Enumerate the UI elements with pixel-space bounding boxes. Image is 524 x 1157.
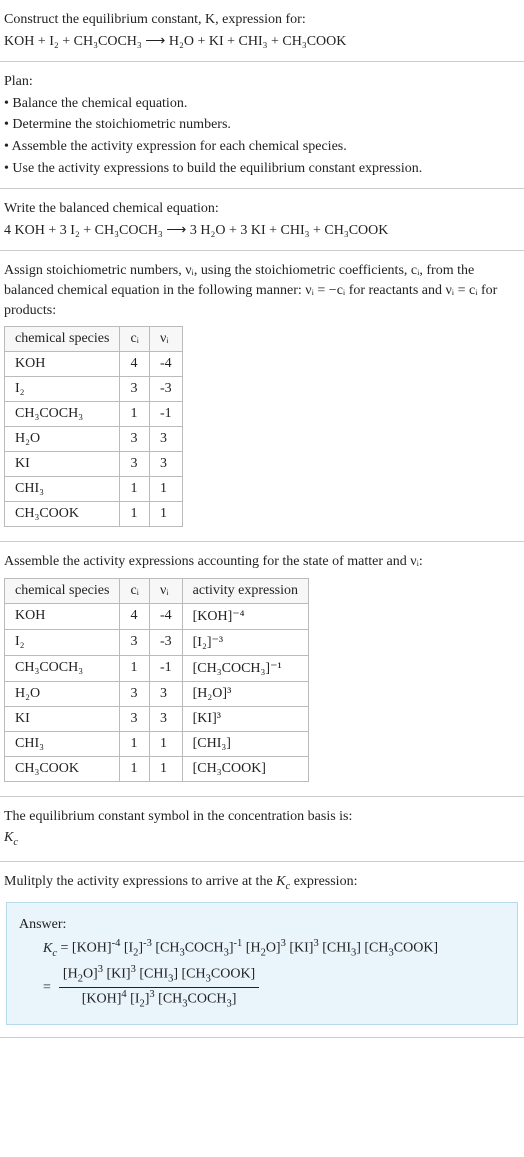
table-row: I₂3-3 bbox=[5, 377, 183, 402]
answer-box: Answer: Kc = [KOH]-4 [I2]-3 [CH3COCH3]-1… bbox=[6, 902, 518, 1025]
plan-item-3: • Use the activity expressions to build … bbox=[4, 159, 520, 179]
intro-equation: KOH + I₂ + CH₃COCH₃ ⟶ H₂O + KI + CHI₃ + … bbox=[4, 32, 520, 52]
stoich-text: Assign stoichiometric numbers, νᵢ, using… bbox=[4, 261, 520, 320]
balanced-equation: 4 KOH + 3 I₂ + CH₃COCH₃ ⟶ 3 H₂O + 3 KI +… bbox=[4, 221, 520, 241]
balanced-section: Write the balanced chemical equation: 4 … bbox=[0, 189, 524, 251]
answer-fraction-line: = [H2O]3 [KI]3 [CHI3] [CH3COOK] [KOH]4 [… bbox=[19, 963, 505, 1012]
activity-text: Assemble the activity expressions accoun… bbox=[4, 552, 520, 572]
plan-item-2: • Assemble the activity expression for e… bbox=[4, 137, 520, 157]
answer-fraction-den: [KOH]4 [I2]3 [CH3COCH3] bbox=[59, 988, 259, 1012]
th-activity: activity expression bbox=[182, 578, 308, 603]
table-row: CH₃COCH₃1-1 bbox=[5, 402, 183, 427]
answer-fraction: [H2O]3 [KI]3 [CHI3] [CH3COOK] [KOH]4 [I2… bbox=[59, 963, 259, 1012]
th-ci: cᵢ bbox=[120, 578, 150, 603]
table-row: KI33[KI]³ bbox=[5, 706, 309, 731]
table-row: CH₃COOK11[CH₃COOK] bbox=[5, 756, 309, 781]
table-row: KI33 bbox=[5, 452, 183, 477]
symbol-line-1: The equilibrium constant symbol in the c… bbox=[4, 807, 520, 827]
table-header-row: chemical species cᵢ νᵢ activity expressi… bbox=[5, 578, 309, 603]
answer-label: Answer: bbox=[19, 915, 505, 935]
th-species: chemical species bbox=[5, 578, 120, 603]
multiply-text: Mulitply the activity expressions to arr… bbox=[4, 872, 520, 894]
table-header-row: chemical species cᵢ νᵢ bbox=[5, 327, 183, 352]
symbol-kc: Kc bbox=[4, 828, 520, 850]
intro-line-1: Construct the equilibrium constant, K, e… bbox=[4, 10, 520, 30]
answer-kc-line: Kc = [KOH]-4 [I2]-3 [CH3COCH3]-1 [H2O]3 … bbox=[19, 937, 505, 961]
table-row: CHI₃11 bbox=[5, 477, 183, 502]
plan-section: Plan: • Balance the chemical equation. •… bbox=[0, 62, 524, 189]
table-row: CH₃COOK11 bbox=[5, 502, 183, 527]
th-nui: νᵢ bbox=[149, 327, 182, 352]
table-row: KOH4-4[KOH]⁻⁴ bbox=[5, 603, 309, 629]
balanced-title: Write the balanced chemical equation: bbox=[4, 199, 520, 219]
activity-table: chemical species cᵢ νᵢ activity expressi… bbox=[4, 578, 309, 782]
table-row: I₂3-3[I₂]⁻³ bbox=[5, 629, 309, 655]
table-row: CH₃COCH₃1-1[CH₃COCH₃]⁻¹ bbox=[5, 655, 309, 681]
answer-fraction-num: [H2O]3 [KI]3 [CHI3] [CH3COOK] bbox=[59, 963, 259, 988]
symbol-section: The equilibrium constant symbol in the c… bbox=[0, 797, 524, 862]
plan-item-1: • Determine the stoichiometric numbers. bbox=[4, 115, 520, 135]
plan-title: Plan: bbox=[4, 72, 520, 92]
th-species: chemical species bbox=[5, 327, 120, 352]
table-row: KOH4-4 bbox=[5, 352, 183, 377]
th-ci: cᵢ bbox=[120, 327, 150, 352]
plan-item-0: • Balance the chemical equation. bbox=[4, 94, 520, 114]
th-nui: νᵢ bbox=[149, 578, 182, 603]
multiply-section: Mulitply the activity expressions to arr… bbox=[0, 862, 524, 1039]
table-row: CHI₃11[CHI₃] bbox=[5, 731, 309, 756]
table-row: H₂O33 bbox=[5, 427, 183, 452]
stoich-section: Assign stoichiometric numbers, νᵢ, using… bbox=[0, 251, 524, 542]
intro-section: Construct the equilibrium constant, K, e… bbox=[0, 0, 524, 62]
table-row: H₂O33[H₂O]³ bbox=[5, 681, 309, 706]
stoich-table: chemical species cᵢ νᵢ KOH4-4 I₂3-3 CH₃C… bbox=[4, 326, 183, 527]
activity-section: Assemble the activity expressions accoun… bbox=[0, 542, 524, 797]
